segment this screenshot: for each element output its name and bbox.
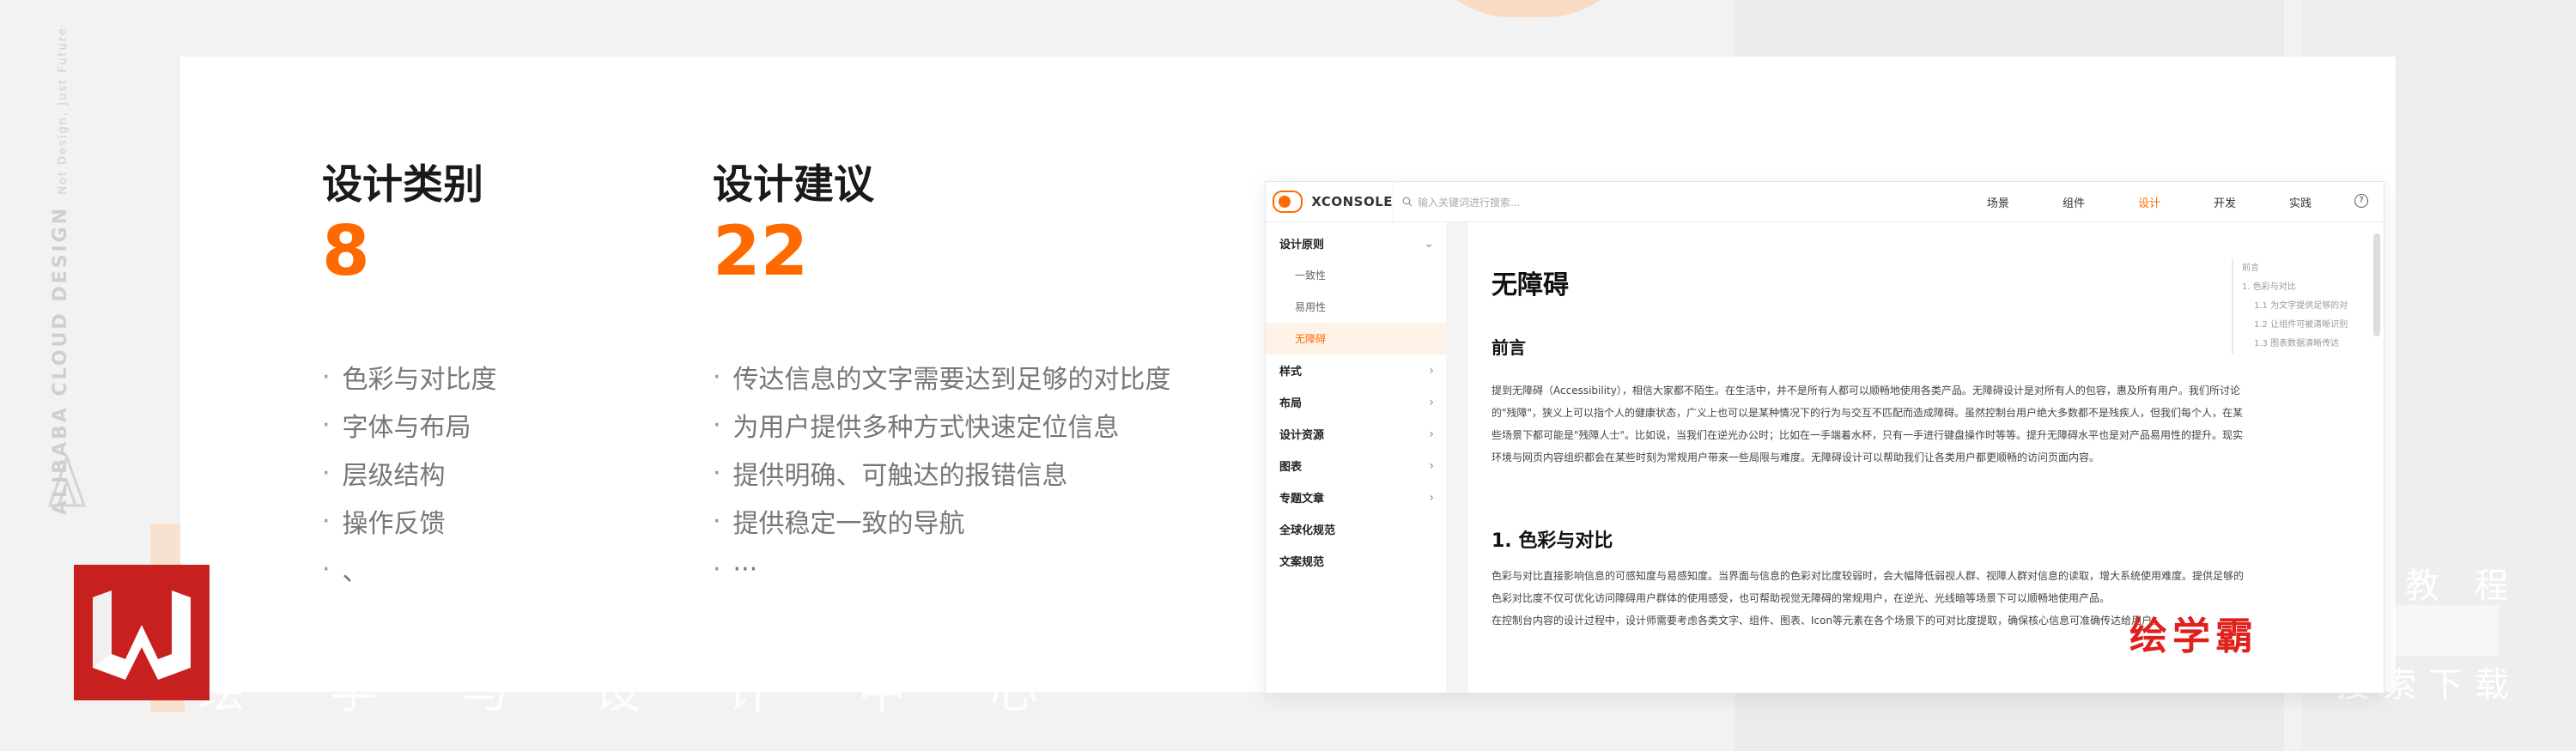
design-suggestions-heading: 设计建议: [713, 161, 874, 209]
chevron-down-icon: ⌄: [1424, 236, 1434, 251]
red-w-logo: [74, 565, 210, 700]
design-categories-list: · 色彩与对比度 · 字体与布局 · 层级结构 · 操作反馈 ·、: [322, 353, 497, 593]
section1-heading: 1. 色彩与对比: [1492, 530, 1613, 552]
top-nav: 场景 组件 设计 开发 实践 ?: [1934, 193, 2368, 210]
search-icon: [1402, 197, 1413, 207]
toc-item[interactable]: 1.3 图表数据清晰传达: [2242, 335, 2371, 354]
sidebar-item-articles[interactable]: 专题文章 ›: [1266, 481, 1446, 513]
list-item: ·、: [322, 554, 368, 588]
content-card: 设计类别 8 · 色彩与对比度 · 字体与布局 · 层级结构 · 操作反馈 ·、 设计建…: [180, 57, 2396, 693]
sidebar-item-design-resources[interactable]: 设计资源 ›: [1266, 418, 1446, 450]
table-of-contents: 前言 1. 色彩与对比 1.1 为文字提供足够的对 1.2 让组件可被清晰识别 …: [2232, 259, 2371, 354]
search-box[interactable]: 输入关键词进行搜索...: [1402, 195, 1520, 209]
toc-item[interactable]: 1.2 让组件可被清晰识别: [2242, 316, 2371, 335]
list-item: · ···: [713, 554, 758, 584]
chevron-right-icon: ›: [1429, 490, 1434, 505]
list-item: · 操作反馈: [322, 506, 446, 540]
top-bar: XCONSOLE 输入关键词进行搜索... 场景 组件 设计 开发 实践 ?: [1266, 182, 2384, 222]
toc-item[interactable]: 1.1 为文字提供足够的对: [2242, 297, 2371, 316]
design-categories-heading: 设计类别: [322, 161, 483, 209]
intro-heading: 前言: [1492, 337, 1526, 358]
scrollbar[interactable]: [2373, 233, 2380, 336]
sidebar-group-design-principles[interactable]: 设计原则 ⌄: [1266, 227, 1446, 259]
sidebar: 设计原则 ⌄ 一致性 易用性 无障碍 样式 › 布局 › 设计资源 › 图表 › 专题文章…: [1266, 222, 1447, 693]
list-item: · 提供明确、可触达的报错信息: [713, 457, 1068, 492]
list-item: · 为用户提供多种方式快速定位信息: [713, 409, 1120, 444]
design-suggestions-column: 设计建议 22 · 传达信息的文字需要达到足够的对比度 · 为用户提供多种方式快速定…: [713, 151, 1171, 607]
sidebar-item-consistency[interactable]: 一致性: [1266, 259, 1446, 291]
chevron-right-icon: ›: [1429, 363, 1434, 378]
help-icon[interactable]: ?: [2354, 193, 2368, 208]
nav-item-develop[interactable]: 开发: [2214, 194, 2236, 210]
brand-slogan: Not Design, Just Future: [57, 27, 70, 195]
nav-item-practice[interactable]: 实践: [2289, 194, 2312, 210]
sidebar-gutter: [1446, 222, 1468, 693]
brand-vertical: ALIBABA CLOUD DESIGN Not Design, Just Fu…: [50, 27, 71, 515]
sidebar-item-usability[interactable]: 易用性: [1266, 291, 1446, 323]
list-item: · 字体与布局: [322, 409, 471, 444]
brand-name: ALIBABA CLOUD DESIGN: [50, 205, 71, 515]
list-item: · 层级结构: [322, 457, 446, 492]
design-suggestions-list: · 传达信息的文字需要达到足够的对比度 · 为用户提供多种方式快速定位信息 · 提供明…: [713, 353, 1171, 593]
nav-item-components[interactable]: 组件: [2063, 194, 2085, 210]
toc-item[interactable]: 1. 色彩与对比: [2242, 278, 2371, 297]
sidebar-item-layout[interactable]: 布局 ›: [1266, 386, 1446, 418]
design-categories-column: 设计类别 8 · 色彩与对比度 · 字体与布局 · 层级结构 · 操作反馈 ·、: [322, 151, 497, 607]
nav-item-scenes[interactable]: 场景: [1987, 194, 2009, 210]
list-item: · 传达信息的文字需要达到足够的对比度: [713, 361, 1171, 396]
search-placeholder: 输入关键词进行搜索...: [1418, 196, 1521, 209]
list-item: · 提供稳定一致的导航: [713, 506, 965, 540]
logo-text: XCONSOLE: [1311, 194, 1393, 209]
sidebar-item-copywriting[interactable]: 文案规范: [1266, 545, 1446, 577]
sidebar-item-globalization[interactable]: 全球化规范: [1266, 513, 1446, 545]
article-title: 无障碍: [1492, 270, 1569, 300]
watermark-text: 绘学霸: [2129, 615, 2258, 658]
sidebar-item-accessibility[interactable]: 无障碍: [1266, 323, 1446, 354]
w-logo-icon: [93, 591, 191, 680]
toc-title[interactable]: 前言: [2242, 259, 2371, 278]
intro-text: 提到无障碍（Accessibility），相信大家都不陌生。在生活中，并不是所有…: [1492, 385, 2244, 463]
logo[interactable]: XCONSOLE: [1273, 182, 1394, 221]
sidebar-item-style[interactable]: 样式 ›: [1266, 354, 1446, 386]
xconsole-logo-icon: [1273, 191, 1303, 213]
nav-item-design[interactable]: 设计: [2138, 194, 2160, 210]
sidebar-item-charts[interactable]: 图表 ›: [1266, 450, 1446, 481]
decorative-circle: [1417, 0, 1640, 17]
list-item: · 色彩与对比度: [322, 361, 497, 396]
section1-text: 色彩与对比直接影响信息的可感知度与易感知度。当界面与信息的色彩对比度较弱时，会大…: [1492, 570, 2245, 604]
design-suggestions-count: 22: [713, 211, 809, 291]
chevron-right-icon: ›: [1429, 395, 1434, 409]
design-categories-count: 8: [322, 211, 370, 291]
chevron-right-icon: ›: [1429, 458, 1434, 473]
chevron-right-icon: ›: [1429, 427, 1434, 441]
